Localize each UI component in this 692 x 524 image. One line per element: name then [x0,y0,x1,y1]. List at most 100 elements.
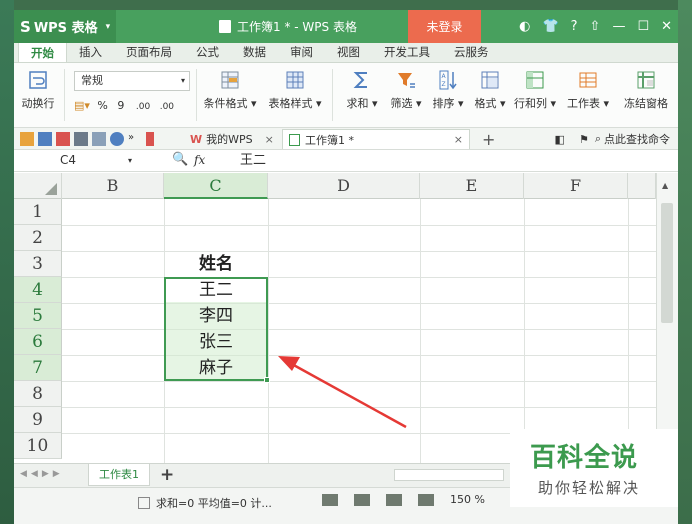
formula-input[interactable]: 王二 [240,150,266,171]
tab-home[interactable]: 开始 [18,42,67,62]
reading-mode-icon[interactable] [418,493,434,506]
close-tab-icon[interactable]: × [454,133,463,146]
row-header-3[interactable]: 3 [14,251,62,277]
tab-workbook1[interactable]: 工作簿1 * × [282,129,470,149]
flag-icon[interactable]: ⚑ [579,133,589,146]
row-header-6[interactable]: 6 [14,329,62,355]
row-header-7[interactable]: 7 [14,355,62,381]
page-layout-view-icon[interactable] [386,493,402,506]
tab-cloud[interactable]: 云服务 [442,42,501,62]
cell-c5[interactable]: 李四 [164,304,268,329]
column-header-e[interactable]: E [420,173,524,199]
print-preview-icon[interactable] [92,131,106,146]
table-style-button[interactable]: 表格样式 ▾ [264,69,326,111]
print-icon[interactable] [74,131,88,146]
tab-review[interactable]: 审阅 [278,42,325,62]
row-header-8[interactable]: 8 [14,381,62,407]
sort-button[interactable]: AZ 排序 ▾ [428,69,468,111]
page-break-view-icon[interactable] [354,493,370,506]
desktop-background-right [678,0,692,524]
column-header-f[interactable]: F [524,173,628,199]
format-button[interactable]: 格式 ▾ [470,69,510,111]
help-icon[interactable]: ? [571,19,578,34]
vertical-scroll-thumb[interactable] [661,203,673,323]
number-format-select[interactable]: 常规 ▾ [74,71,190,91]
fx-button[interactable]: fx [194,150,205,171]
column-header-c[interactable]: C [164,173,268,199]
window-switch-icon[interactable]: ◧ [555,133,565,146]
column-header-d[interactable]: D [268,173,420,199]
row-header-2[interactable]: 2 [14,225,62,251]
skin-icon[interactable]: ◐ [519,19,530,34]
save-icon[interactable] [38,131,52,146]
currency-icon[interactable]: ▤▾ [74,99,90,112]
app-menu-button[interactable]: S WPS 表格 ▾ [14,10,117,43]
select-all-button[interactable] [14,173,62,199]
fill-handle[interactable] [264,377,270,383]
horizontal-scrollbar[interactable] [394,469,504,481]
scroll-up-icon[interactable]: ▲ [662,181,668,190]
more-icon[interactable]: » [128,132,142,146]
cell-c6[interactable]: 张三 [164,330,268,355]
svg-text:Z: Z [442,81,446,88]
table-style-label: 表格样式 ▾ [268,97,322,110]
cell-c3[interactable]: 姓名 [164,252,268,277]
conditional-format-label: 条件格式 ▾ [203,97,257,110]
tab-workbook1-label: 工作簿1 * [305,133,354,147]
pin-icon[interactable] [146,131,154,146]
row-header-5[interactable]: 5 [14,303,62,329]
export-pdf-icon[interactable] [56,131,70,146]
tab-data[interactable]: 数据 [231,42,278,62]
tab-insert[interactable]: 插入 [67,42,114,62]
sum-button[interactable]: 求和 ▾ [340,69,384,111]
undo-icon[interactable] [110,131,124,146]
tab-page-layout[interactable]: 页面布局 [114,42,184,62]
column-header-b[interactable]: B [62,173,164,199]
row-header-4[interactable]: 4 [14,277,62,303]
tab-formulas[interactable]: 公式 [184,42,231,62]
open-folder-icon[interactable] [20,131,34,146]
login-button[interactable]: 未登录 [408,10,481,43]
maximize-icon[interactable]: ☐ [637,19,649,34]
wrap-text-button[interactable]: 动换行 [18,69,58,111]
percent-button[interactable]: % [97,99,107,112]
shirt-icon[interactable]: 👕 [542,19,558,34]
ribbon-divider [332,69,333,121]
row-header-1[interactable]: 1 [14,199,62,225]
conditional-format-button[interactable]: 条件格式 ▾ [200,69,260,111]
normal-view-icon[interactable] [322,493,338,506]
column-header-partial [628,173,656,199]
row-header-9[interactable]: 9 [14,407,62,433]
freeze-panes-button[interactable]: 冻结窗格 [618,69,674,111]
row-header-10[interactable]: 10 [14,433,62,459]
tab-developer[interactable]: 开发工具 [372,42,442,62]
grid-line [62,355,656,356]
zoom-level[interactable]: 150 % [450,493,485,506]
search-icon[interactable]: ⌕ [595,132,601,146]
minimize-icon[interactable]: — [612,19,625,34]
rows-columns-button[interactable]: 行和列 ▾ [512,69,558,111]
close-tab-icon[interactable]: × [265,133,274,146]
thousands-button[interactable]: 9 [117,99,124,112]
sheet-navigation-arrows[interactable]: ◀◀▶▶ [20,469,64,479]
worksheet-button[interactable]: 工作表 ▾ [562,69,614,111]
add-sheet-button[interactable]: + [160,465,174,485]
sort-icon: AZ [439,70,457,90]
increase-decimal-button[interactable]: .00 [136,102,150,112]
decrease-decimal-button[interactable]: .00 [160,102,174,112]
filter-button[interactable]: 筛选 ▾ [386,69,426,111]
new-tab-button[interactable]: + [476,129,501,149]
chevron-down-icon: ▾ [105,21,111,32]
command-search[interactable]: 点此查找命令 [604,131,670,147]
upload-icon[interactable]: ⇧ [590,19,601,34]
tab-my-wps[interactable]: W 我的WPS × [184,129,280,149]
cell-c4[interactable]: 王二 [164,278,268,303]
sheet-tab-1[interactable]: 工作表1 [88,464,150,486]
vertical-scrollbar[interactable]: ▲ [656,173,678,463]
document-title: 工作簿1 * - WPS 表格 [237,20,357,34]
zoom-search-icon[interactable]: 🔍 [172,152,188,167]
close-icon[interactable]: ✕ [661,19,672,34]
tab-view[interactable]: 视图 [325,42,372,62]
name-box[interactable]: C4 ▾ [14,150,154,171]
cell-c7[interactable]: 麻子 [164,356,268,381]
